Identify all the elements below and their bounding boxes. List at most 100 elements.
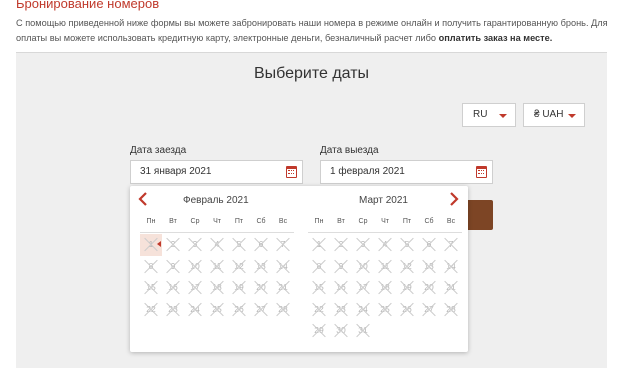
calendar-day[interactable]: 13	[250, 256, 272, 278]
calendar-day[interactable]: 22	[308, 299, 330, 321]
weekday-label: Сб	[256, 218, 266, 225]
weekday-row: Пн Вт Ср Чт Пт Сб Вс	[140, 216, 294, 228]
calendar-day[interactable]: 6	[250, 234, 272, 256]
calendar-day[interactable]: 3	[352, 234, 374, 256]
calendar-day[interactable]: 20	[250, 277, 272, 299]
calendar-day[interactable]: 6	[418, 234, 440, 256]
calendar-day[interactable]: 18	[206, 277, 228, 299]
calendar-day[interactable]: 19	[228, 277, 250, 299]
weekday-label: Вт	[169, 218, 177, 225]
calendar-day[interactable]: 21	[440, 277, 462, 299]
calendar-day[interactable]: 19	[396, 277, 418, 299]
calendar-day[interactable]: 27	[250, 299, 272, 321]
calendar-day[interactable]: 29	[308, 320, 330, 342]
calendar-day[interactable]: 1	[140, 234, 162, 256]
weekday-label: Чт	[213, 218, 221, 225]
calendar-day[interactable]: 10	[184, 256, 206, 278]
calendar-day[interactable]: 12	[396, 256, 418, 278]
calendar-day[interactable]: 14	[272, 256, 294, 278]
weekday-label: Сб	[424, 218, 434, 225]
days-grid: 1 2 3 4 5 6 7 8 9 10 11 12 13 14 15 16 17 18 19 20 21 22 23 24 2…	[308, 234, 462, 342]
calendar-day[interactable]: 16	[330, 277, 352, 299]
calendar-day[interactable]: 9	[330, 256, 352, 278]
panel-title: Выберите даты	[253, 65, 370, 82]
calendar-day[interactable]: 22	[140, 299, 162, 321]
checkin-date-input[interactable]: 31 января 2021	[130, 160, 303, 184]
weekday-label: Вс	[446, 218, 456, 225]
calendar-day[interactable]: 25	[374, 299, 396, 321]
calendar-day[interactable]: 15	[308, 277, 330, 299]
language-select-value: RU	[473, 109, 488, 120]
calendar-day[interactable]: 7	[440, 234, 462, 256]
month-grid-march: Пн Вт Ср Чт Пт Сб Вс 1 2 3 4 5 6 7 8 9 10 11 12 13 14…	[308, 216, 462, 342]
calendar-day[interactable]: 3	[184, 234, 206, 256]
calendar-day[interactable]: 31	[352, 320, 374, 342]
weekday-label: Пт	[402, 218, 412, 225]
calendar-day[interactable]: 16	[162, 277, 184, 299]
checkin-label: Дата заезда	[130, 145, 187, 156]
calendar-day[interactable]: 26	[396, 299, 418, 321]
calendar-day[interactable]: 7	[272, 234, 294, 256]
calendar-day[interactable]: 21	[272, 277, 294, 299]
calendar-day[interactable]: 15	[140, 277, 162, 299]
calendar-day[interactable]: 27	[418, 299, 440, 321]
weekday-label: Вт	[337, 218, 345, 225]
calendar-day[interactable]: 11	[374, 256, 396, 278]
weekday-label: Ср	[190, 218, 200, 225]
calendar-day[interactable]: 18	[374, 277, 396, 299]
month-title-march: Март 2021	[359, 195, 408, 206]
selected-marker-icon	[157, 241, 161, 247]
search-button[interactable]	[468, 200, 493, 230]
calendar-day[interactable]: 8	[140, 256, 162, 278]
language-select[interactable]: RU	[462, 103, 516, 127]
calendar-day[interactable]: 4	[206, 234, 228, 256]
checkout-date-input[interactable]: 1 февраля 2021	[320, 160, 493, 184]
currency-select[interactable]: ₴ UAH	[523, 103, 585, 127]
calendar-day[interactable]: 5	[396, 234, 418, 256]
currency-select-value: ₴ UAH	[534, 109, 564, 120]
chevron-left-icon[interactable]	[138, 192, 148, 206]
calendar-day[interactable]: 11	[206, 256, 228, 278]
weekday-label: Вс	[278, 218, 288, 225]
calendar-day[interactable]: 10	[352, 256, 374, 278]
weekday-label: Пн	[314, 218, 324, 225]
caret-down-icon	[568, 114, 576, 118]
calendar-day[interactable]: 14	[440, 256, 462, 278]
calendar-day[interactable]: 23	[162, 299, 184, 321]
calendar-icon[interactable]	[286, 166, 297, 178]
calendar-day[interactable]: 5	[228, 234, 250, 256]
chevron-right-icon[interactable]	[449, 192, 459, 206]
calendar-day[interactable]: 24	[352, 299, 374, 321]
calendar-day[interactable]: 26	[228, 299, 250, 321]
checkout-label: Дата выезда	[320, 145, 379, 156]
calendar-day[interactable]: 2	[330, 234, 352, 256]
weekday-label: Ср	[358, 218, 368, 225]
calendar-day[interactable]: 13	[418, 256, 440, 278]
intro-text: С помощью приведенной ниже формы вы може…	[16, 16, 628, 46]
calendar-day[interactable]: 17	[352, 277, 374, 299]
calendar-icon[interactable]	[476, 166, 487, 178]
month-grid-february: Пн Вт Ср Чт Пт Сб Вс 1 2 3 4 5 6 7 8 9 10 11 12 13 14…	[140, 216, 294, 320]
checkin-date-value: 31 января 2021	[140, 166, 212, 177]
calendar-day[interactable]: 28	[440, 299, 462, 321]
calendar-day[interactable]: 23	[330, 299, 352, 321]
checkout-date-value: 1 февраля 2021	[330, 166, 405, 177]
calendar-day[interactable]: 20	[418, 277, 440, 299]
calendar-day[interactable]: 25	[206, 299, 228, 321]
datepicker-popup: Февраль 2021 Март 2021 Пн Вт Ср Чт Пт Сб…	[130, 186, 468, 352]
calendar-day[interactable]: 2	[162, 234, 184, 256]
calendar-day[interactable]: 30	[330, 320, 352, 342]
days-grid: 1 2 3 4 5 6 7 8 9 10 11 12 13 14 15 16 17 18 19 20 21 22 23 24 2…	[140, 234, 294, 320]
calendar-day[interactable]: 8	[308, 256, 330, 278]
calendar-day[interactable]: 4	[374, 234, 396, 256]
weekday-label: Пт	[234, 218, 244, 225]
calendar-day[interactable]: 1	[308, 234, 330, 256]
weekday-row: Пн Вт Ср Чт Пт Сб Вс	[308, 216, 462, 228]
calendar-day[interactable]: 17	[184, 277, 206, 299]
calendar-day[interactable]: 28	[272, 299, 294, 321]
calendar-day[interactable]: 24	[184, 299, 206, 321]
calendar-day[interactable]: 9	[162, 256, 184, 278]
calendar-day[interactable]: 12	[228, 256, 250, 278]
caret-down-icon	[499, 114, 507, 118]
weekday-label: Чт	[381, 218, 389, 225]
